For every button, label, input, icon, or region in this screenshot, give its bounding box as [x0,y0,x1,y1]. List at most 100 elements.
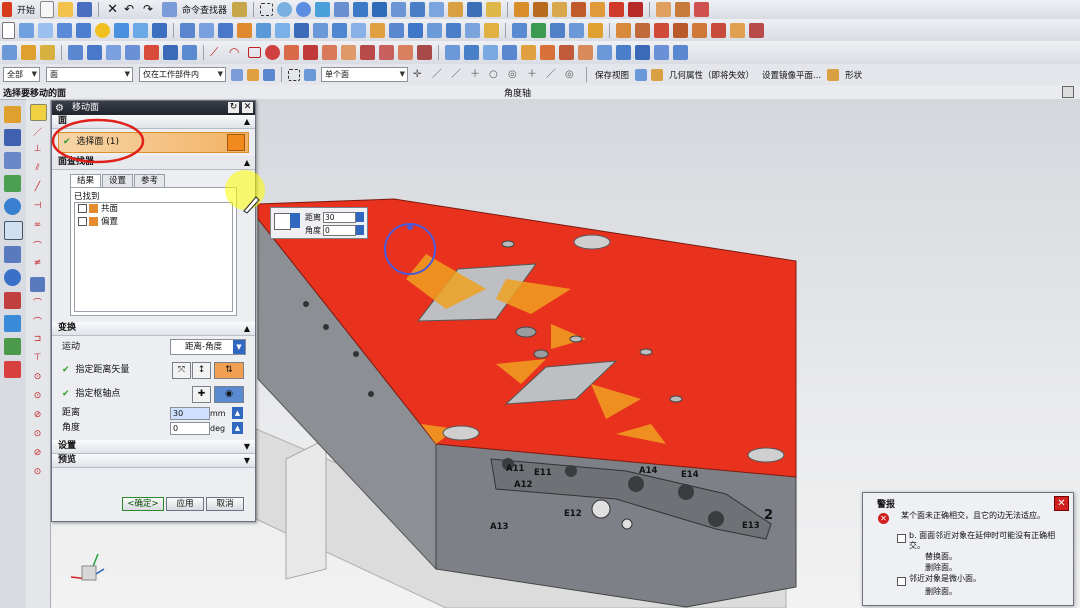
feature-icon[interactable] [711,22,726,38]
filter-icon[interactable] [247,68,259,81]
snap-icon[interactable]: ／ [451,67,466,82]
popup-distance-spinner[interactable] [356,212,364,222]
paste-face-icon[interactable] [30,277,45,292]
toolbar-icon[interactable] [445,45,460,60]
feature-icon[interactable] [654,22,669,38]
feature-icon[interactable] [484,22,499,38]
feature-icon[interactable] [571,2,587,17]
shape-menu[interactable]: 形状 [845,69,862,81]
collapse-icon[interactable]: ▲ [244,115,250,128]
make-perpendicular-icon[interactable]: ⊙ [30,429,45,444]
mirror-icon[interactable] [313,22,328,38]
make-offset-icon[interactable]: ⊘ [30,448,45,463]
manufacturing-wizard-icon[interactable] [4,361,21,378]
preview-group-header[interactable]: 预览 ▼ [52,454,255,468]
command-finder-button[interactable]: 命令查找器 [182,3,227,16]
shell-icon[interactable] [237,22,252,38]
view-icon[interactable] [467,2,483,17]
process-studio-icon[interactable] [4,338,21,355]
orient-view-icon[interactable] [353,2,369,17]
angle-spinner[interactable]: ▲ [232,422,243,434]
checkbox[interactable] [78,217,87,226]
make-symmetric-icon[interactable]: ⊙ [30,391,45,406]
settings-group-header[interactable]: 设置 ▼ [52,440,255,454]
replace-face-icon[interactable]: ⫽ [30,163,45,178]
trim-body-icon[interactable] [256,22,271,38]
assembly-navigator-icon[interactable] [4,106,21,123]
type-filter-select[interactable]: 全部 [3,67,40,82]
popup-angle-spinner[interactable] [356,225,364,235]
clock-icon[interactable] [4,269,21,286]
constraint-navigator-icon[interactable] [4,129,21,146]
cone-icon[interactable] [133,22,148,38]
system-materials-icon[interactable] [4,246,21,263]
palette-icon[interactable] [4,292,21,309]
tab-settings[interactable]: 设置 [102,174,134,187]
checkbox[interactable] [897,577,906,586]
feature-icon[interactable] [550,22,565,38]
cut-face-icon[interactable]: ≠ [30,258,45,273]
shape-icon[interactable] [827,68,840,81]
expand-icon[interactable]: ▼ [244,454,250,467]
feature-icon[interactable] [465,22,480,38]
apply-button[interactable]: 应用 [166,497,204,511]
toolbar-icon[interactable] [559,45,574,60]
feature-icon[interactable] [692,22,707,38]
new-file-icon[interactable] [40,1,55,18]
feature-icon[interactable] [609,2,625,17]
toolbar-icon[interactable] [654,45,669,60]
vector-dialog-icon[interactable]: ⤧ [172,362,191,379]
resize-blend-icon[interactable]: ╱ [30,182,45,197]
sync-modeling-icon[interactable] [408,22,423,38]
cancel-button[interactable]: 取消 [206,497,244,511]
feature-icon[interactable] [427,22,442,38]
toolbar-icon[interactable] [40,45,55,60]
feature-icon[interactable] [675,2,691,17]
pattern-face-icon[interactable]: ⌒ [30,315,45,330]
filter-icon[interactable] [288,68,300,81]
filter-icon[interactable] [231,68,243,81]
move-face-icon[interactable] [30,104,47,121]
close-icon[interactable]: ✕ [1054,496,1069,511]
chevron-down-icon[interactable] [290,213,300,228]
rotate-icon[interactable] [296,2,312,17]
checkbox[interactable] [897,534,906,543]
filter-icon[interactable] [263,68,275,81]
view-icon[interactable] [651,68,664,81]
toolbar-icon[interactable] [673,45,688,60]
toolbar-icon[interactable] [417,45,432,60]
feature-icon[interactable] [628,2,644,17]
geometry-properties-button[interactable]: 几何属性（即将失效） [669,69,754,81]
expand-icon[interactable]: ▼ [244,440,250,453]
toolbar-icon[interactable] [163,45,178,60]
feature-icon[interactable] [730,22,745,38]
delete-face-icon[interactable] [389,22,404,38]
start-menu[interactable]: 开始 [17,3,35,16]
view-icon[interactable] [429,2,445,17]
mirror-face-icon[interactable]: ⌒ [30,296,45,311]
toolbar-icon[interactable] [521,45,536,60]
web-browser-icon[interactable] [4,198,21,215]
snap-icon[interactable]: ／ [546,67,561,82]
feature-icon[interactable] [749,22,764,38]
checkbox[interactable] [78,204,87,213]
toolbar-icon[interactable] [464,45,479,60]
view-icon[interactable] [448,2,464,17]
ok-button[interactable]: <确定> [122,497,164,511]
zoom-icon[interactable] [277,2,293,17]
toolbar-icon[interactable] [398,45,413,60]
arc-icon[interactable]: ◠ [229,45,244,60]
view-icon[interactable] [410,2,426,17]
feature-icon[interactable] [588,22,603,38]
snap-icon[interactable]: ＋ [470,67,485,82]
edge-blend-icon[interactable] [180,22,195,38]
feature-icon[interactable] [446,22,461,38]
linear-dimension-icon[interactable]: ⊙ [30,467,45,482]
feature-icon[interactable] [656,2,672,17]
feature-icon[interactable] [533,2,549,17]
feature-icon[interactable] [514,2,530,17]
face-select-icon[interactable] [227,134,245,151]
selection-scope-select[interactable]: 仅在工作部件内 [139,67,226,82]
delete-icon[interactable]: ✕ [105,2,120,17]
angle-input[interactable]: 0 [170,422,210,435]
